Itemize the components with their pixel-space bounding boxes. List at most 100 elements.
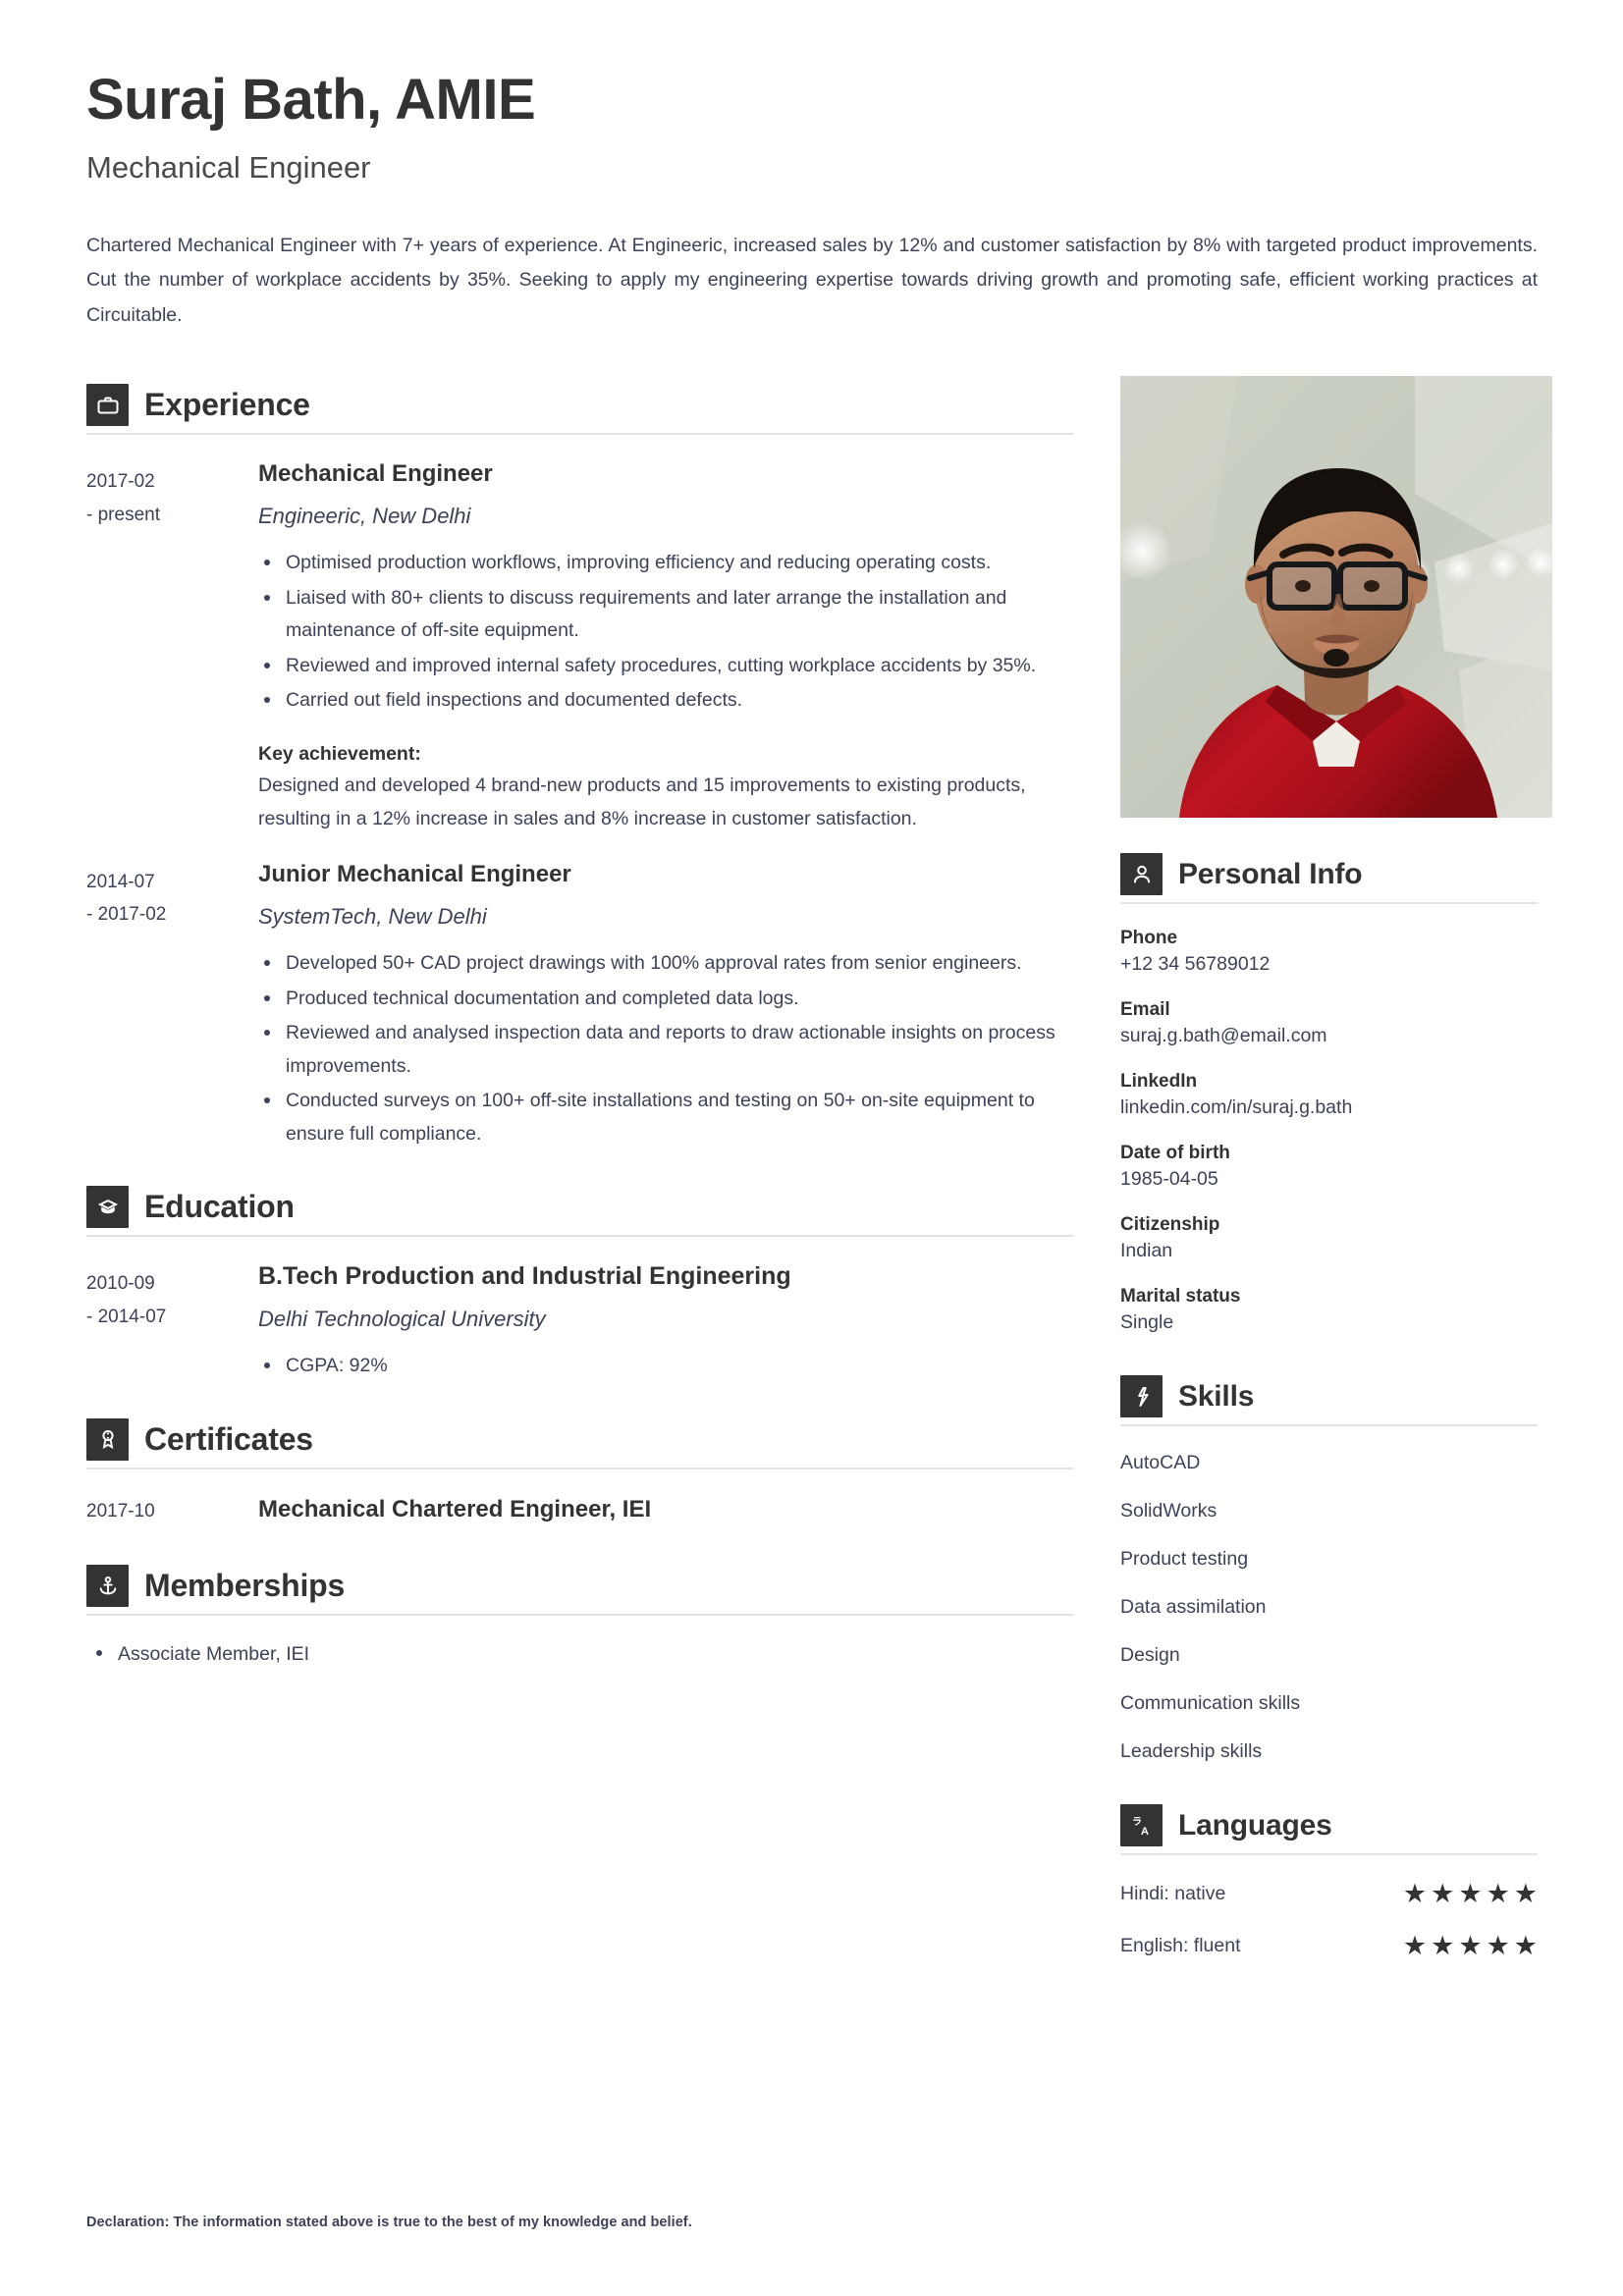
language-name: English: fluent: [1120, 1935, 1241, 1957]
section-title: Certificates: [144, 1420, 313, 1457]
declaration-text: Declaration: The information stated abov…: [86, 2215, 692, 2230]
list-item: Communication skills: [1120, 1692, 1301, 1715]
section-header: Skills: [1120, 1375, 1538, 1418]
section-title: Skills: [1178, 1379, 1255, 1413]
info-value[interactable]: suraj.g.bath@email.com: [1120, 1025, 1538, 1047]
list-item: Produced technical documentation and com…: [258, 983, 1073, 1016]
date-start: 2017-02: [86, 471, 155, 493]
section-title: Memberships: [144, 1568, 346, 1604]
info-label: Citizenship: [1120, 1214, 1220, 1236]
lightning-bolt-icon: [1120, 1375, 1163, 1418]
info-citizenship: Citizenship Indian: [1120, 1214, 1538, 1262]
section-education: Education 2010-09 - 2014-07 B.Tech Produ…: [86, 1186, 1073, 1385]
section-certificates: Certificates 2017-10 Mechanical Chartere…: [86, 1417, 1073, 1527]
section-languages: ラ A Languages Hindi: native ★ ★ ★ ★ ★ En…: [1120, 1804, 1538, 1959]
job-company: SystemTech, New Delhi: [258, 904, 487, 930]
certificate-name: Mechanical Chartered Engineer, IEI: [258, 1495, 652, 1522]
list-item: Developed 50+ CAD project drawings with …: [258, 947, 1073, 981]
certificate-date: 2017-10: [86, 1500, 155, 1522]
list-item: Conducted surveys on 100+ off-site insta…: [258, 1085, 1073, 1150]
main-column: Experience 2017-02 - present Mechanical …: [86, 376, 1073, 1670]
education-entry: 2010-09 - 2014-07 B.Tech Production and …: [86, 1262, 1073, 1385]
section-memberships: Memberships Associate Member, IEI: [86, 1565, 1073, 1670]
section-title: Personal Info: [1178, 857, 1363, 890]
section-divider: [1120, 1853, 1538, 1856]
date-start: 2010-09: [86, 1273, 155, 1295]
section-header: ラ A Languages: [1120, 1804, 1538, 1847]
section-divider: [86, 1614, 1073, 1617]
section-header: Personal Info: [1120, 853, 1538, 896]
school-name: Delhi Technological University: [258, 1307, 546, 1332]
info-phone: Phone +12 34 56789012: [1120, 928, 1538, 976]
person-icon: [1120, 853, 1163, 896]
professional-summary: Chartered Mechanical Engineer with 7+ ye…: [86, 234, 1538, 326]
info-value[interactable]: linkedin.com/in/suraj.g.bath: [1120, 1096, 1538, 1119]
resume-page: Suraj Bath, AMIE Mechanical Engineer Cha…: [0, 0, 1623, 2296]
section-title: Languages: [1178, 1808, 1332, 1842]
page-title: Suraj Bath, AMIE: [86, 68, 536, 132]
svg-text:A: A: [1141, 1826, 1149, 1838]
degree-name: B.Tech Production and Industrial Enginee…: [258, 1262, 791, 1291]
info-value: Single: [1120, 1311, 1174, 1334]
list-item: Leadership skills: [1120, 1740, 1263, 1763]
date-end: - present: [86, 504, 160, 525]
entry-body: Junior Mechanical Engineer SystemTech, N…: [214, 861, 1073, 1152]
info-value: 1985-04-05: [1120, 1168, 1218, 1191]
section-title: Experience: [144, 387, 310, 423]
star-icon: ★: [1458, 1879, 1483, 1909]
section-header: Memberships: [86, 1565, 1073, 1608]
info-label: Marital status: [1120, 1286, 1241, 1308]
section-divider: [86, 433, 1073, 436]
experience-entry: 2017-02 - present Mechanical Engineer En…: [86, 460, 1073, 835]
entry-body: B.Tech Production and Industrial Enginee…: [214, 1262, 1073, 1385]
list-item: Reviewed and improved internal safety pr…: [258, 650, 1073, 683]
entry-dates: 2017-02 - present: [86, 460, 214, 835]
entry-dates: 2010-09 - 2014-07: [86, 1262, 214, 1385]
job-role: Mechanical Engineer: [258, 460, 493, 488]
graduation-cap-icon: [86, 1186, 129, 1229]
info-label: Phone: [1120, 928, 1178, 949]
list-item: Liaised with 80+ clients to discuss requ…: [258, 582, 1073, 648]
star-icon: ★: [1458, 1931, 1483, 1961]
translate-icon: ラ A: [1120, 1804, 1163, 1847]
section-experience: Experience 2017-02 - present Mechanical …: [86, 384, 1073, 1152]
list-item: Data assimilation: [1120, 1596, 1267, 1619]
education-bullets: CGPA: 92%: [258, 1350, 1073, 1383]
star-icon: ★: [1402, 1931, 1428, 1961]
section-divider: [1120, 1424, 1538, 1427]
info-value: Indian: [1120, 1240, 1173, 1262]
star-icon: ★: [1431, 1931, 1455, 1961]
section-title: Education: [144, 1189, 295, 1225]
star-icon: ★: [1486, 1931, 1510, 1961]
section-divider: [86, 1235, 1073, 1238]
info-label: Email: [1120, 999, 1170, 1021]
list-item: Carried out field inspections and docume…: [258, 684, 1073, 718]
portrait-photo: [1120, 376, 1552, 819]
star-icon: ★: [1402, 1879, 1428, 1909]
job-company: Engineeric, New Delhi: [258, 504, 471, 529]
key-achievement-label: Key achievement:: [258, 743, 421, 765]
language-rating-stars: ★ ★ ★ ★ ★: [1403, 1881, 1538, 1907]
job-bullets: Developed 50+ CAD project drawings with …: [258, 947, 1073, 1150]
info-linkedin: LinkedIn linkedin.com/in/suraj.g.bath: [1120, 1071, 1538, 1119]
list-item: Optimised production workflows, improvin…: [258, 547, 1073, 580]
star-icon: ★: [1513, 1879, 1538, 1909]
membership-list: Associate Member, IEI: [86, 1639, 1073, 1670]
info-label: LinkedIn: [1120, 1071, 1198, 1093]
date-end: - 2014-07: [86, 1306, 167, 1327]
info-marital-status: Marital status Single: [1120, 1286, 1538, 1334]
list-item: Reviewed and analysed inspection data an…: [258, 1017, 1073, 1083]
language-rating-stars: ★ ★ ★ ★ ★: [1403, 1933, 1538, 1959]
avatar: [1120, 376, 1552, 819]
sidebar-column: Personal Info Phone +12 34 56789012 Emai…: [1120, 376, 1552, 1959]
job-title: Mechanical Engineer: [86, 149, 371, 185]
section-skills: Skills AutoCAD SolidWorks Product testin…: [1120, 1375, 1538, 1763]
section-personal-info: Personal Info Phone +12 34 56789012 Emai…: [1120, 853, 1538, 1334]
list-item: Product testing: [1120, 1548, 1249, 1571]
language-row: Hindi: native ★ ★ ★ ★ ★: [1120, 1881, 1538, 1907]
list-item: CGPA: 92%: [258, 1350, 1073, 1383]
list-item: Associate Member, IEI: [86, 1639, 1073, 1670]
star-icon: ★: [1431, 1879, 1455, 1909]
content-columns: Experience 2017-02 - present Mechanical …: [86, 376, 1552, 1959]
section-divider: [1120, 902, 1538, 905]
